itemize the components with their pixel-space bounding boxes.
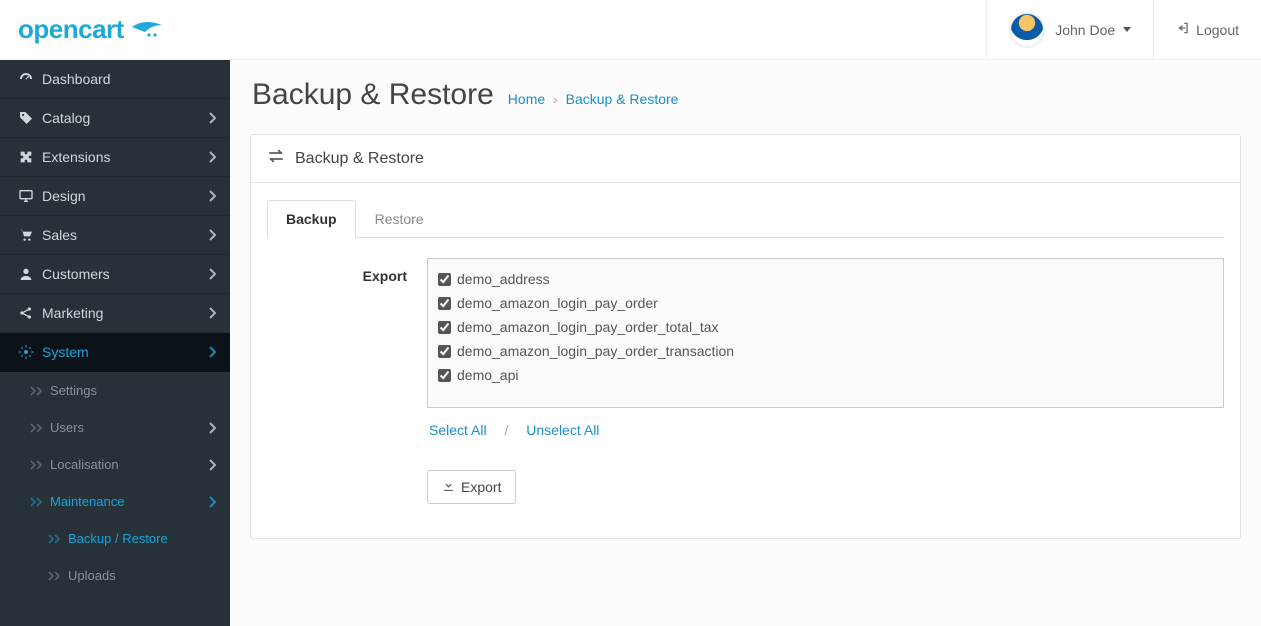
sidebar-item-label: System — [42, 344, 89, 360]
signout-icon — [1176, 21, 1190, 38]
export-button[interactable]: Export — [427, 470, 516, 504]
sidebar-leaf-label: Uploads — [68, 568, 116, 583]
sidebar-item-label: Design — [42, 188, 86, 204]
sidebar-leaf-backup-restore[interactable]: Backup / Restore — [0, 520, 230, 557]
sidebar-item-label: Catalog — [42, 110, 90, 126]
export-tables-list[interactable]: demo_address demo_amazon_login_pay_orderd… — [427, 258, 1224, 408]
export-table-checkbox[interactable] — [438, 345, 451, 358]
export-table-name: demo_api — [457, 367, 519, 383]
sidebar-item-catalog[interactable]: Catalog — [0, 99, 230, 138]
sidebar-sub-label: Localisation — [50, 457, 119, 472]
export-row: Export demo_address demo_amazon_login_pay… — [267, 258, 1224, 452]
export-table-name: demo_amazon_login_pay_order_transaction — [457, 343, 734, 359]
chevron-down-icon — [1123, 27, 1131, 32]
export-table-row[interactable]: demo_amazon_login_pay_order — [438, 291, 1213, 315]
logo-text: opencart — [18, 14, 124, 45]
breadcrumb: Home › Backup & Restore — [508, 91, 679, 107]
sidebar-leaf-uploads[interactable]: Uploads — [0, 557, 230, 594]
export-table-checkbox[interactable] — [438, 273, 451, 286]
export-button-row: Export — [267, 470, 1224, 504]
export-table-row[interactable]: demo_api — [438, 363, 1213, 387]
sidebar-item-label: Sales — [42, 227, 77, 243]
sidebar-sub-maintenance[interactable]: Maintenance — [0, 483, 230, 520]
sidebar: Dashboard Catalog Extensions Design Sales Cus… — [0, 60, 230, 626]
tab-restore[interactable]: Restore — [356, 200, 443, 238]
tag-icon — [14, 110, 38, 126]
sidebar-item-marketing[interactable]: Marketing — [0, 294, 230, 333]
select-all-link[interactable]: Select All — [429, 422, 487, 438]
export-label: Export — [267, 258, 427, 284]
sidebar-item-extensions[interactable]: Extensions — [0, 138, 230, 177]
export-table-name: demo_amazon_login_pay_order_total_tax — [457, 319, 719, 335]
share-icon — [14, 305, 38, 321]
sidebar-item-customers[interactable]: Customers — [0, 255, 230, 294]
user-name: John Doe — [1055, 22, 1115, 38]
sidebar-item-system[interactable]: System — [0, 333, 230, 372]
app-header: opencart John Doe Logout — [0, 0, 1261, 60]
export-table-name: demo_address — [457, 271, 550, 287]
sidebar-sub-settings[interactable]: Settings — [0, 372, 230, 409]
cart-icon — [14, 227, 38, 243]
sidebar-sub-label: Settings — [50, 383, 97, 398]
sidebar-item-sales[interactable]: Sales — [0, 216, 230, 255]
link-divider: / — [504, 422, 508, 438]
user-menu[interactable]: John Doe — [986, 0, 1153, 59]
export-table-checkbox[interactable] — [438, 297, 451, 310]
export-button-label: Export — [461, 479, 501, 495]
gear-icon — [14, 344, 38, 360]
sidebar-sub-users[interactable]: Users — [0, 409, 230, 446]
export-table-checkbox[interactable] — [438, 369, 451, 382]
unselect-all-link[interactable]: Unselect All — [526, 422, 599, 438]
tabs: Backup Restore — [267, 199, 1224, 238]
breadcrumb-current[interactable]: Backup & Restore — [566, 91, 679, 107]
breadcrumb-sep: › — [553, 91, 558, 107]
export-field: demo_address demo_amazon_login_pay_orderd… — [427, 258, 1224, 452]
logo-swish-icon — [130, 21, 166, 39]
sidebar-sub-label: Users — [50, 420, 84, 435]
sidebar-sub-localisation[interactable]: Localisation — [0, 446, 230, 483]
logout-button[interactable]: Logout — [1153, 0, 1261, 59]
sidebar-leaf-label: Backup / Restore — [68, 531, 168, 546]
main-content: Backup & Restore Home › Backup & Restore… — [230, 60, 1261, 626]
panel-body: Backup Restore Export demo_addressdemo_a… — [251, 183, 1240, 538]
download-icon — [442, 479, 455, 495]
avatar — [1009, 12, 1045, 48]
select-links: Select All / Unselect All — [427, 408, 1224, 452]
logo[interactable]: opencart — [18, 14, 166, 45]
desktop-icon — [14, 188, 38, 204]
tab-backup[interactable]: Backup — [267, 200, 356, 238]
sidebar-item-design[interactable]: Design — [0, 177, 230, 216]
sidebar-item-label: Dashboard — [42, 71, 111, 87]
sidebar-item-dashboard[interactable]: Dashboard — [0, 60, 230, 99]
sidebar-item-label: Customers — [42, 266, 110, 282]
page-title: Backup & Restore — [252, 78, 494, 112]
sidebar-item-label: Marketing — [42, 305, 103, 321]
breadcrumb-home[interactable]: Home — [508, 91, 545, 107]
panel-head: Backup & Restore — [251, 135, 1240, 183]
sidebar-item-label: Extensions — [42, 149, 110, 165]
export-table-row[interactable]: demo_address — [438, 267, 1213, 291]
puzzle-icon — [14, 149, 38, 165]
export-table-checkbox[interactable] — [438, 321, 451, 334]
page-header: Backup & Restore Home › Backup & Restore — [250, 78, 1241, 112]
export-table-row[interactable]: demo_amazon_login_pay_order_transaction — [438, 339, 1213, 363]
export-table-row[interactable]: demo_amazon_login_pay_order_total_tax — [438, 315, 1213, 339]
dashboard-icon — [14, 71, 38, 87]
sidebar-sub-label: Maintenance — [50, 494, 124, 509]
exchange-icon — [267, 148, 285, 169]
logout-label: Logout — [1196, 22, 1239, 38]
panel: Backup & Restore Backup Restore Export d… — [250, 134, 1241, 539]
export-table-name: demo_amazon_login_pay_order — [457, 295, 658, 311]
header-right: John Doe Logout — [986, 0, 1261, 59]
panel-title: Backup & Restore — [295, 150, 424, 168]
user-icon — [14, 266, 38, 282]
